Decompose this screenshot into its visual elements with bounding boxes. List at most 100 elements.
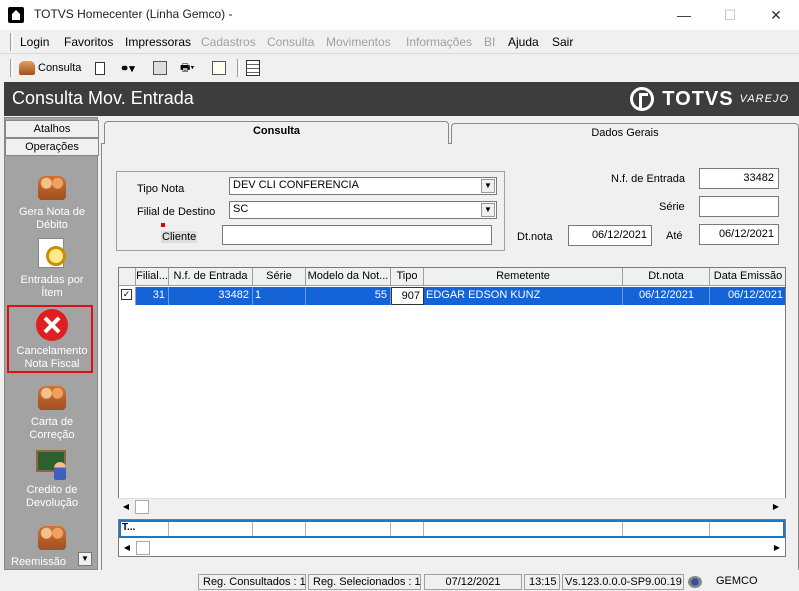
calendar-button[interactable] — [246, 58, 260, 78]
sidebar-item-credito-devolucao[interactable]: Credito de Devolução — [5, 448, 99, 510]
selection-highlight — [7, 305, 93, 373]
close-button[interactable]: ✕ — [753, 2, 799, 28]
scroll-thumb[interactable] — [135, 500, 149, 514]
logo-subtext: VAREJO — [739, 93, 789, 105]
col-header-filial[interactable]: Filial... — [136, 268, 169, 286]
scroll-right-icon[interactable]: ▶ — [769, 540, 785, 556]
col-header-remetente[interactable]: Remetente — [424, 268, 623, 286]
app-icon — [8, 7, 24, 23]
dtnota-to-field[interactable]: 06/12/2021 — [699, 224, 779, 245]
cliente-field[interactable] — [222, 225, 492, 245]
consulta-label: Consulta — [38, 62, 82, 74]
sidebar-item-gera-nota-debito[interactable]: Gera Nota de Débito — [5, 170, 99, 232]
consulta-button[interactable]: Consulta — [19, 58, 81, 78]
menu-bi[interactable]: BI — [484, 35, 495, 49]
sidebar-item-label: Credito de Devolução — [26, 484, 78, 509]
status-user: GEMCO — [716, 575, 758, 587]
window-title: TOTVS Homecenter (Linha Gemco) - — [34, 7, 233, 21]
dtnota-label: Dt.nota — [517, 231, 553, 243]
export-button[interactable] — [153, 58, 167, 78]
col-header-tipo[interactable]: Tipo — [391, 268, 424, 286]
cliente-label: Cliente — [161, 231, 198, 243]
menu-sair[interactable]: Sair — [552, 35, 573, 49]
refresh-button[interactable] — [212, 58, 226, 78]
menu-grip — [10, 33, 13, 51]
document-icon — [95, 61, 105, 75]
menu-ajuda[interactable]: Ajuda — [508, 35, 539, 49]
col-header-modelo[interactable]: Modelo da Not... — [306, 268, 391, 286]
col-header-dtnota[interactable]: Dt.nota — [623, 268, 710, 286]
sidebar-item-carta-correcao[interactable]: Carta de Correção — [5, 380, 99, 442]
scroll-left-icon[interactable]: ◀ — [118, 499, 134, 515]
people-icon — [36, 520, 68, 552]
filial-destino-value: SC — [233, 203, 249, 215]
ate-label: Até — [666, 230, 683, 242]
status-bar: Reg. Consultados : 1 Reg. Selecionados :… — [0, 573, 799, 591]
status-date: 07/12/2021 — [424, 574, 522, 590]
search-icon — [36, 238, 68, 270]
logo-text: TOTVS — [662, 87, 734, 110]
sidebar-item-label: Gera Nota de Débito — [18, 206, 86, 231]
filial-destino-label: Filial de Destino — [137, 206, 216, 218]
results-grid: Filial... N.f. de Entrada Série Modelo d… — [118, 267, 786, 515]
scroll-thumb[interactable] — [136, 541, 150, 555]
col-header-data-emissao[interactable]: Data Emissão — [710, 268, 785, 286]
minimize-button[interactable]: — — [661, 2, 707, 28]
grid-horizontal-scrollbar[interactable]: ◀ ▶ — [118, 498, 786, 515]
menu-favoritos[interactable]: Favoritos — [64, 35, 113, 49]
tab-consulta[interactable]: Consulta — [104, 121, 449, 144]
totals-label: T... — [121, 522, 169, 536]
chevron-down-icon[interactable]: ▼ — [481, 179, 495, 193]
tipo-nota-value: DEV CLI CONFERENCIA — [233, 179, 359, 191]
sidebar-scroll-down-button[interactable]: ▼ — [78, 552, 92, 566]
status-consultados: Reg. Consultados : 1 — [198, 574, 306, 590]
menu-movimentos[interactable]: Movimentos — [326, 35, 391, 49]
totals-cell — [424, 522, 623, 536]
menu-consulta[interactable]: Consulta — [267, 35, 314, 49]
new-document-button[interactable] — [95, 58, 105, 78]
menu-impressoras[interactable]: Impressoras — [125, 35, 191, 49]
totals-cell — [391, 522, 424, 536]
table-row[interactable]: ✓ 31 33482 1 55 907 EDGAR EDSON KUNZ 06/… — [119, 287, 785, 305]
network-icon — [688, 576, 702, 588]
chevron-down-icon[interactable]: ▼ — [481, 203, 495, 217]
required-marker-icon — [161, 223, 165, 227]
col-header-nf-entrada[interactable]: N.f. de Entrada — [169, 268, 253, 286]
totvs-logo-icon — [630, 87, 655, 111]
print-button[interactable]: 🖶▾ — [180, 58, 194, 78]
maximize-button[interactable]: ☐ — [707, 2, 753, 28]
dtnota-from-field[interactable]: 06/12/2021 — [568, 225, 652, 246]
main-panel: Consulta Dados Gerais Tipo Nota DEV CLI … — [99, 117, 799, 570]
sidebar-item-entradas-por-item[interactable]: Entradas por Ítem — [5, 238, 99, 300]
tab-atalhos[interactable]: Atalhos — [5, 120, 99, 138]
tipo-nota-select[interactable]: DEV CLI CONFERENCIA ▼ — [229, 177, 497, 195]
toolbar-separator — [237, 59, 240, 77]
export-icon — [153, 61, 167, 75]
cell-tipo[interactable]: 907 — [391, 287, 424, 305]
menu-informacoes[interactable]: Informações — [406, 35, 472, 49]
totals-row: T... — [119, 520, 785, 538]
cell-serie: 1 — [253, 287, 306, 305]
binoculars-button[interactable]: ⚭▾ — [120, 58, 135, 78]
sidebar-item-label: Entradas por Ítem — [20, 274, 84, 299]
people-icon — [36, 170, 68, 202]
menu-login[interactable]: Login — [20, 35, 49, 49]
scroll-right-icon[interactable]: ▶ — [768, 499, 784, 515]
scroll-left-icon[interactable]: ◀ — [119, 540, 135, 556]
tipo-nota-label: Tipo Nota — [137, 183, 185, 195]
cell-modelo: 55 — [306, 287, 391, 305]
printer-icon: 🖶▾ — [180, 61, 195, 74]
serie-field[interactable] — [699, 196, 779, 217]
col-header-serie[interactable]: Série — [253, 268, 306, 286]
row-checkbox[interactable]: ✓ — [119, 287, 136, 305]
nf-entrada-field[interactable]: 33482 — [699, 168, 779, 189]
tab-dados-gerais[interactable]: Dados Gerais — [451, 123, 799, 144]
menu-cadastros[interactable]: Cadastros — [201, 35, 256, 49]
filial-destino-select[interactable]: SC ▼ — [229, 201, 497, 219]
serie-label: Série — [659, 201, 685, 213]
tab-operacoes[interactable]: Operações — [5, 138, 99, 156]
totals-cell — [253, 522, 306, 536]
toolbar: Consulta ⚭▾ 🖶▾ — [0, 55, 799, 81]
refresh-icon — [212, 61, 226, 75]
status-time: 13:15 — [524, 574, 560, 590]
